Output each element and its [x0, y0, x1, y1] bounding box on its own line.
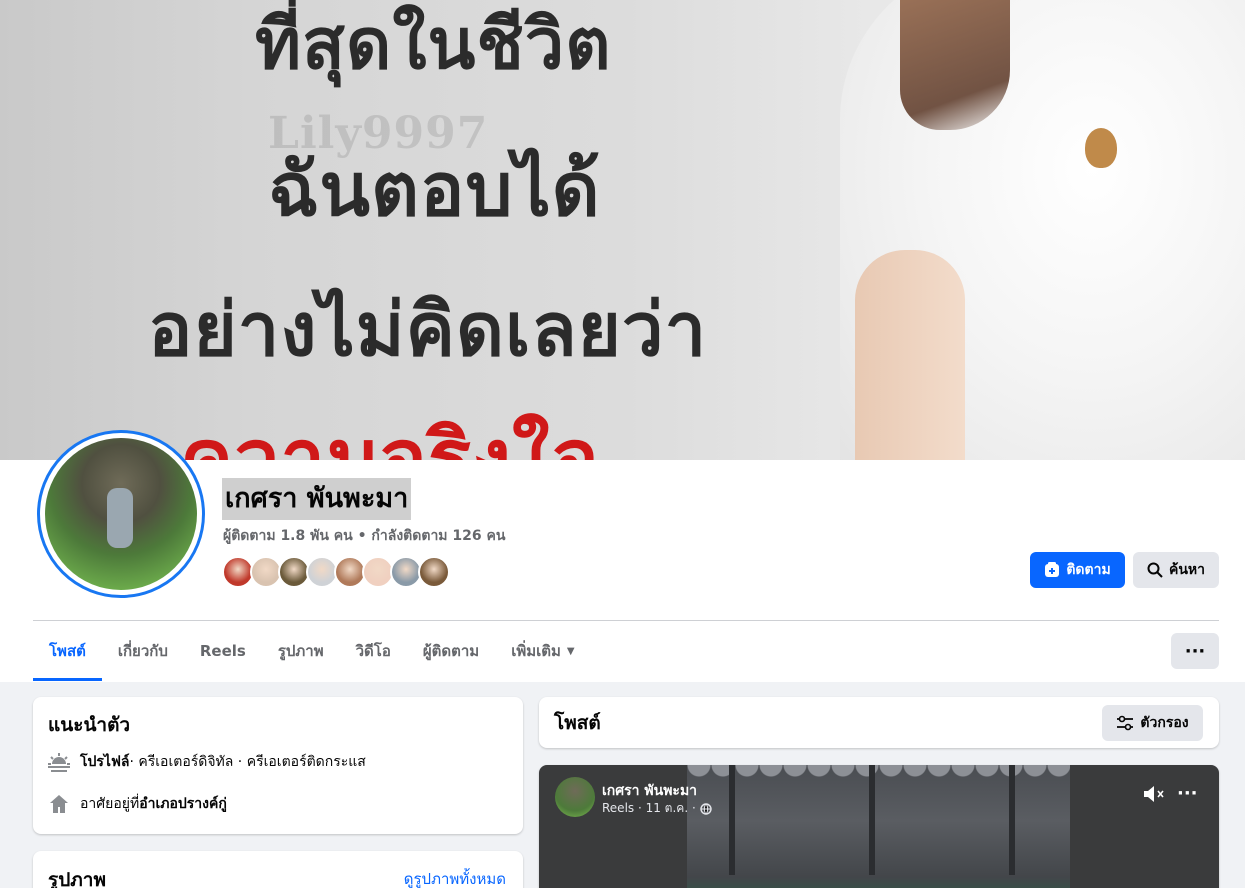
- tab-label: รูปภาพ: [277, 642, 324, 660]
- reel-meta-text: Reels · 11 ต.ค. ·: [602, 801, 696, 815]
- reel-author-avatar[interactable]: [555, 777, 595, 817]
- intro-lives-row: อาศัยอยู่ที่ อำเภอปรางค์กู่: [48, 793, 227, 815]
- photos-card: รูปภาพ ดูรูปภาพทั้งหมด: [33, 851, 523, 888]
- reel-more-options-icon[interactable]: ···: [1177, 783, 1198, 804]
- follower-avatar[interactable]: [418, 556, 450, 588]
- tab-reels[interactable]: Reels: [184, 621, 262, 681]
- globe-icon: [700, 802, 712, 815]
- profile-avatar-image: [45, 438, 197, 590]
- tab-about[interactable]: เกี่ยวกับ: [102, 621, 184, 681]
- follower-avatars[interactable]: [222, 556, 450, 588]
- intro-card: แนะนำตัว โปรไฟล์ · ครีเอเตอร์ดิจิทัล · ค…: [33, 697, 523, 834]
- follow-button[interactable]: ติดตาม: [1030, 552, 1125, 588]
- profile-tabs: โพสต์ เกี่ยวกับ Reels รูปภาพ วิดีโอ ผู้ต…: [33, 621, 591, 681]
- more-options-button[interactable]: ···: [1171, 633, 1219, 669]
- photos-title: รูปภาพ: [48, 869, 106, 888]
- intro-profile-label: โปรไฟล์: [80, 754, 130, 770]
- see-all-photos-link[interactable]: ดูรูปภาพทั้งหมด: [404, 867, 506, 888]
- tab-label: เกี่ยวกับ: [117, 642, 168, 660]
- caret-down-icon: ▼: [566, 645, 575, 657]
- posts-title: โพสต์: [554, 712, 601, 734]
- sunrise-icon: [48, 751, 70, 773]
- profile-avatar[interactable]: [37, 430, 205, 598]
- cover-hair: [900, 0, 1010, 130]
- search-button[interactable]: ค้นหา: [1133, 552, 1219, 588]
- profile-page: Lily9997 ที่สุดในชีวิต ฉันตอบได้ อย่างไม…: [0, 0, 1245, 888]
- follow-button-label: ติดตาม: [1066, 562, 1111, 578]
- intro-lives-prefix: อาศัยอยู่ที่: [80, 796, 140, 812]
- reel-meta: Reels · 11 ต.ค. ·: [602, 799, 712, 818]
- intro-lives-place[interactable]: อำเภอปรางค์กู่: [139, 793, 227, 815]
- cover-text-line-4: ความจริงใจ: [180, 412, 600, 460]
- reel-video-pillar: [729, 765, 735, 875]
- filter-button[interactable]: ตัวกรอง: [1102, 705, 1203, 741]
- cover-text-line-2: ฉันตอบได้: [268, 147, 601, 233]
- add-friend-icon: [1044, 562, 1060, 578]
- cover-photo[interactable]: Lily9997 ที่สุดในชีวิต ฉันตอบได้ อย่างไม…: [0, 0, 1245, 460]
- search-icon: [1147, 562, 1163, 578]
- intro-title: แนะนำตัว: [48, 714, 131, 736]
- search-button-label: ค้นหา: [1168, 562, 1206, 578]
- reel-video-pillar: [869, 765, 875, 875]
- posts-header-card: โพสต์ ตัวกรอง: [539, 697, 1219, 748]
- reel-video-pillar: [1009, 765, 1015, 875]
- cover-pendant: [1085, 128, 1117, 168]
- profile-stats[interactable]: ผู้ติดตาม 1.8 พัน คน • กำลังติดตาม 126 ค…: [223, 525, 505, 547]
- tab-label: ผู้ติดตาม: [422, 642, 480, 660]
- intro-profile-detail: · ครีเอเตอร์ดิจิทัล · ครีเอเตอร์ติดกระแส: [129, 754, 366, 770]
- filter-button-label: ตัวกรอง: [1140, 715, 1189, 731]
- home-icon: [48, 793, 70, 815]
- tab-label: เพิ่มเติม: [511, 642, 561, 660]
- tab-followers[interactable]: ผู้ติดตาม: [407, 621, 495, 681]
- tab-more[interactable]: เพิ่มเติม ▼: [495, 621, 590, 681]
- tab-label: โพสต์: [49, 642, 86, 660]
- cover-text-line-1: ที่สุดในชีวิต: [255, 3, 612, 85]
- profile-name: เกศรา พันพะมา: [222, 478, 412, 520]
- tab-label: วิดีโอ: [355, 642, 391, 660]
- cover-text-line-3: อย่างไม่คิดเลยว่า: [148, 287, 708, 373]
- intro-profile-row: โปรไฟล์ · ครีเอเตอร์ดิจิทัล · ครีเอเตอร์…: [48, 751, 366, 773]
- reel-post-card[interactable]: เกศรา พันพะมา Reels · 11 ต.ค. · ···: [539, 765, 1219, 888]
- filter-icon: [1116, 715, 1134, 731]
- tab-photos[interactable]: รูปภาพ: [262, 621, 340, 681]
- mute-icon[interactable]: [1143, 784, 1165, 808]
- cover-arm: [855, 250, 965, 460]
- tab-posts[interactable]: โพสต์: [33, 621, 102, 681]
- tab-videos[interactable]: วิดีโอ: [340, 621, 407, 681]
- tab-label: Reels: [199, 642, 246, 660]
